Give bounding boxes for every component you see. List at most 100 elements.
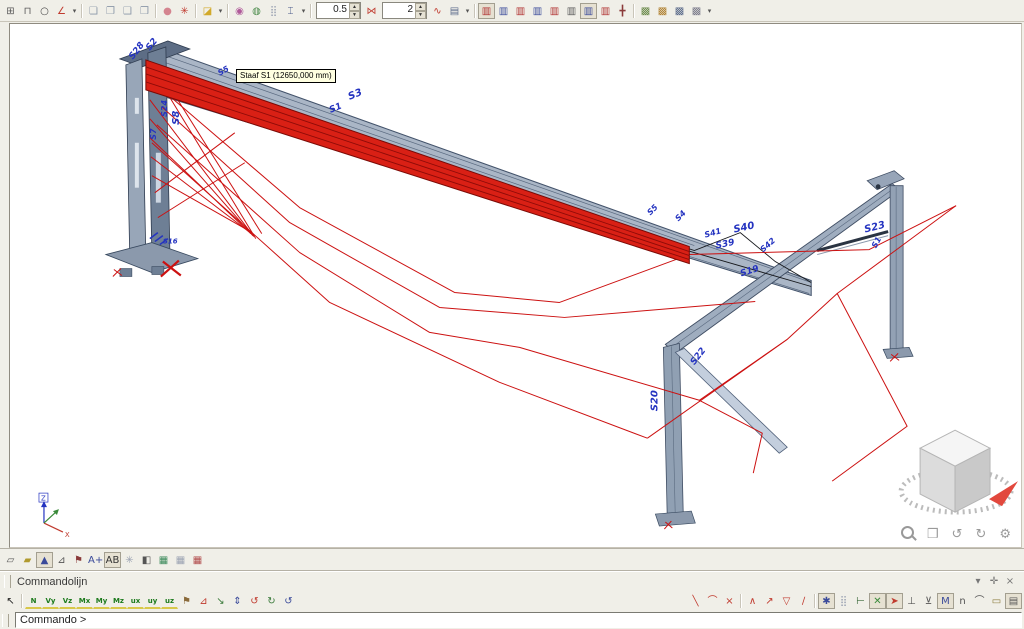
deform-scale-spinner-up-button[interactable]: ▲ [415, 3, 426, 11]
vertex-angle-icon[interactable]: ∧ [744, 593, 761, 609]
dot-grid-icon[interactable]: ⣿ [265, 3, 282, 19]
rotate-y-icon[interactable]: ↻ [263, 593, 280, 609]
text-plus-icon[interactable]: A+ [87, 552, 104, 568]
orbit-vertical-icon[interactable]: ↻ [975, 528, 986, 542]
load-labels-icon[interactable]: ▥ [512, 3, 529, 19]
paste-icon[interactable]: ❑ [119, 3, 136, 19]
result-ux-icon[interactable]: ux [127, 594, 144, 609]
grid-colored-icon[interactable]: ▦ [155, 552, 172, 568]
panel-pin-button[interactable]: ✛ [986, 576, 1002, 587]
explode-icon[interactable]: ✳ [176, 3, 193, 19]
polyline-icon[interactable]: ⊓ [19, 3, 36, 19]
text-abc-icon[interactable]: AB [104, 552, 121, 568]
result-mx-icon[interactable]: Mx [76, 594, 93, 609]
member-label-s22[interactable]: S22 [689, 346, 709, 367]
panel-dropdown-button[interactable]: ▾ [970, 576, 986, 587]
draw-dropdown[interactable]: ▾ [70, 3, 79, 19]
deform-scale-spinner[interactable]: 2▲▼ [382, 2, 427, 19]
support-labels-icon[interactable]: ▥ [529, 3, 546, 19]
tag-icon[interactable]: ◧ [138, 552, 155, 568]
local-axes-icon[interactable]: ▥ [563, 3, 580, 19]
angle-icon[interactable]: ∠ [53, 3, 70, 19]
style-dropdown[interactable]: ▾ [299, 3, 308, 19]
view-settings-icon[interactable]: ⚙ [999, 528, 1011, 542]
end-dropdown[interactable]: ▾ [705, 3, 714, 19]
result-my-icon[interactable]: My [93, 594, 110, 609]
snap-cursor-icon[interactable]: ✱ [818, 593, 835, 609]
member-label-s20[interactable]: S20 [649, 390, 660, 411]
selection-labels-icon[interactable]: ▥ [580, 3, 597, 19]
delete-dot-icon[interactable]: ● [159, 3, 176, 19]
circle-icon[interactable]: ○ [36, 3, 53, 19]
draw-line-icon[interactable]: ╲ [687, 593, 704, 609]
deform-scale-spinner-down-button[interactable]: ▼ [415, 11, 426, 19]
move-view-icon[interactable]: ╋ [614, 3, 631, 19]
paste-special-icon[interactable]: ❒ [136, 3, 153, 19]
selected-beam-s1[interactable] [146, 60, 689, 264]
gallery-icon[interactable]: ▩ [654, 3, 671, 19]
node-labels-icon[interactable]: ▥ [495, 3, 512, 19]
numbers-dropdown[interactable]: ▾ [463, 3, 472, 19]
section-cut-icon[interactable]: ⊿ [195, 593, 212, 609]
swap-scale-icon[interactable]: ⋈ [363, 3, 380, 19]
snap-n-icon[interactable]: n [954, 593, 971, 609]
member-label-s41[interactable]: S41 [703, 226, 722, 239]
folder-dropdown[interactable]: ▾ [216, 3, 225, 19]
numbers-display-icon[interactable]: ▤ [446, 3, 463, 19]
cube-view-icon[interactable]: ❒ [927, 528, 939, 542]
snap-midpoint-icon[interactable]: ✕ [869, 593, 886, 609]
panel-close-button[interactable]: × [1002, 576, 1018, 587]
activity-icon[interactable]: ◉ [231, 3, 248, 19]
regen-labels-icon[interactable]: ▥ [597, 3, 614, 19]
rotate-x-icon[interactable]: ↺ [246, 593, 263, 609]
result-uy-icon[interactable]: uy [144, 594, 161, 609]
snap-settings-icon[interactable]: ▤ [1005, 593, 1022, 609]
grid-plain-icon[interactable]: ▦ [172, 552, 189, 568]
print-icon[interactable]: ▩ [688, 3, 705, 19]
navigation-cube[interactable] [901, 430, 1018, 512]
extreme-updown-icon[interactable]: ⇕ [229, 593, 246, 609]
zoom-fit-icon[interactable] [901, 526, 914, 543]
open-folder-icon[interactable]: ◪ [199, 3, 216, 19]
orbit-horizontal-icon[interactable]: ↺ [952, 528, 963, 542]
3d-model-view[interactable]: Z X S28S2S24S8S7S5S3S1S16S5S4S41S40S39S4… [10, 24, 1021, 547]
deformation-icon[interactable]: ∿ [429, 3, 446, 19]
grid-red-icon[interactable]: ▦ [189, 552, 206, 568]
wireframe-cube-icon[interactable]: ▱ [2, 552, 19, 568]
result-n-icon[interactable]: N [25, 594, 42, 609]
copy-multi-icon[interactable]: ❐ [102, 3, 119, 19]
snap-endpoint-icon[interactable]: ⊢ [852, 593, 869, 609]
result-labels-icon[interactable]: ▥ [546, 3, 563, 19]
vertex-line-icon[interactable]: ∕ [795, 593, 812, 609]
command-input[interactable] [15, 612, 1022, 628]
result-mz-icon[interactable]: Mz [110, 594, 127, 609]
member-label-s4[interactable]: S4 [673, 208, 688, 223]
member-label-s16[interactable]: S16 [163, 238, 178, 246]
result-vz-icon[interactable]: Vz [59, 594, 76, 609]
result-vy-icon[interactable]: Vy [42, 594, 59, 609]
snap-nearest-icon[interactable]: ➤ [886, 593, 903, 609]
deform-scale-spinner-value[interactable]: 2 [383, 3, 415, 18]
result-flag-icon[interactable]: ⚑ [178, 593, 195, 609]
vertex-triangle-icon[interactable]: ▽ [778, 593, 795, 609]
member-label-s3[interactable]: S3 [347, 87, 364, 103]
copy-icon[interactable]: ❏ [85, 3, 102, 19]
result-uz-icon[interactable]: uz [161, 594, 178, 609]
extreme-down-icon[interactable]: ↘ [212, 593, 229, 609]
vertex-arrow-icon[interactable]: ↗ [761, 593, 778, 609]
star-effects-icon[interactable]: ✳ [121, 552, 138, 568]
print-preview-icon[interactable]: ▩ [671, 3, 688, 19]
view-scale-spinner-up-button[interactable]: ▲ [349, 3, 360, 11]
snap-grid-icon[interactable]: ⣿ [835, 593, 852, 609]
member-label-s24[interactable]: S24 [160, 100, 169, 117]
save-image-icon[interactable]: ▩ [637, 3, 654, 19]
measure-angle-icon[interactable]: ⊿ [53, 552, 70, 568]
human-scale-icon[interactable]: ▲ [36, 552, 53, 568]
snap-orthogonal-icon[interactable]: ⊻ [920, 593, 937, 609]
model-viewport[interactable]: Z X S28S2S24S8S7S5S3S1S16S5S4S41S40S39S4… [9, 23, 1022, 548]
view-scale-spinner-value[interactable]: 0.5 [317, 3, 349, 18]
member-label-s39[interactable]: S39 [715, 238, 736, 252]
member-labels-icon[interactable]: ▥ [478, 3, 495, 19]
snap-perpendicular-icon[interactable]: ⊥ [903, 593, 920, 609]
member-label-s8[interactable]: S8 [171, 111, 182, 125]
